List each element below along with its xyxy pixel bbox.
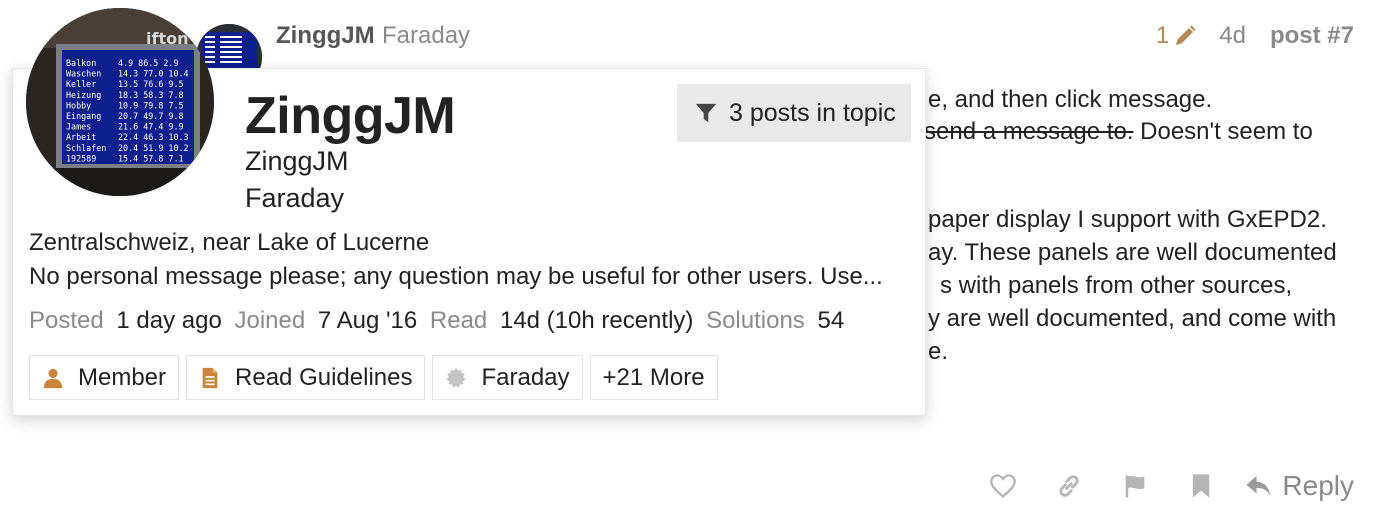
user-card-badges: Member Read Guidelines Faraday +21 More [29, 355, 718, 400]
avatar-row-values: 14.3 77.0 10.4 [118, 69, 189, 79]
bookmark-icon [1193, 474, 1210, 498]
badge-label: Faraday [481, 363, 570, 391]
post-text-line: ay. These panels are well documented [928, 239, 1337, 266]
solutions-label: Solutions [706, 307, 805, 334]
avatar-row-name: Hobby [66, 100, 91, 110]
link-icon [1059, 475, 1079, 497]
avatar-row-values: 20.7 49.7 9.8 [118, 111, 184, 121]
flag-button[interactable] [1102, 466, 1168, 506]
more-badges-label: +21 More [602, 363, 705, 391]
strikethrough-text: send a message to. [924, 118, 1134, 145]
avatar-row-name: Schlafen [66, 143, 106, 153]
user-icon [43, 368, 63, 388]
more-badges-button[interactable]: +21 More [589, 355, 718, 400]
heart-icon [990, 474, 1017, 499]
joined-label: Joined [234, 307, 306, 334]
user-card-location: Zentralschweiz, near Lake of Lucerne [29, 229, 430, 256]
user-card-name[interactable]: ZinggJM [245, 87, 456, 145]
avatar-row-values: 21.6 47.4 9.9 [118, 122, 184, 132]
badge-label: Member [78, 363, 167, 391]
avatar-row-values: 4.9 86.5 2.9 [118, 58, 179, 68]
reply-icon [1246, 476, 1271, 496]
avatar-row-values: 18.3 58.3 7.8 [118, 90, 184, 100]
solutions-value: 54 [817, 307, 845, 334]
avatar-label-text: ifton [146, 29, 188, 48]
avatar-row-name: Waschen [66, 69, 101, 79]
avatar-row-name: Eingang [66, 111, 101, 121]
post-actions: Reply [970, 466, 1354, 506]
avatar-row-name: Arbeit [66, 132, 96, 142]
avatar-row-values: 10.9 79.8 7.5 [118, 100, 184, 110]
post-text-line: s with panels from other sources, [940, 272, 1293, 299]
post-text-fragment: Doesn't seem to [1133, 118, 1313, 145]
badge-faraday[interactable]: Faraday [432, 355, 583, 400]
user-card-stats: Posted 1 day ago Joined 7 Aug '16 Read 1… [29, 307, 844, 335]
copy-link-button[interactable] [1036, 466, 1102, 506]
posts-in-topic-button[interactable]: 3 posts in topic [677, 84, 911, 142]
badge-label: Read Guidelines [235, 363, 413, 391]
posts-in-topic-label: 3 posts in topic [729, 98, 896, 127]
post-text-line: e. [928, 338, 949, 365]
post-text-line: paper display I support with GxEPD2. [928, 206, 1327, 233]
badge-member[interactable]: Member [29, 355, 180, 400]
reply-label: Reply [1282, 470, 1354, 501]
read-value: 14d (10h recently) [499, 307, 694, 334]
like-button[interactable] [970, 466, 1036, 506]
avatar-row-values: 13.5 76.6 9.5 [118, 79, 184, 89]
joined-value: 7 Aug '16 [317, 307, 418, 334]
post-text-line: send a message to. Doesn't seem to [924, 118, 1313, 146]
document-icon [202, 367, 218, 388]
post-text-line: y are well documented, and come with [928, 305, 1337, 332]
user-card-avatar[interactable]: ifton Balkon 4.9 86.5 2.9 Waschen 14.3 77.0… [26, 8, 214, 196]
flag-icon [1126, 475, 1145, 498]
badge-read-guidelines[interactable]: Read Guidelines [186, 355, 426, 400]
avatar-row-name: 192589 [66, 153, 96, 163]
avatar-row-values: 22.4 46.3 10.3 [118, 132, 189, 142]
avatar-row-name: Balkon [66, 58, 96, 68]
posted-value: 1 day ago [116, 307, 222, 334]
avatar-row-name: Keller [66, 79, 96, 89]
reply-button[interactable]: Reply [1244, 470, 1354, 502]
read-label: Read [429, 307, 488, 334]
user-card-title: Faraday [245, 183, 345, 213]
post-text-line: e, and then click message. [928, 86, 1213, 113]
avatar-row-values: 20.4 51.9 10.2 [118, 143, 189, 153]
user-card-names: ZinggJM ZinggJM Faraday [245, 87, 456, 217]
bookmark-button[interactable] [1168, 466, 1234, 506]
filter-icon [695, 103, 717, 123]
posted-label: Posted [29, 307, 104, 334]
certificate-icon [446, 367, 467, 388]
user-card-username: ZinggJM [245, 146, 349, 176]
avatar-row-values: 15.4 57.8 7.1 [118, 153, 184, 163]
avatar-row-name: James [66, 122, 91, 132]
user-card-bio: No personal message please; any question… [29, 263, 883, 290]
avatar-row-name: Heizung [66, 90, 101, 100]
